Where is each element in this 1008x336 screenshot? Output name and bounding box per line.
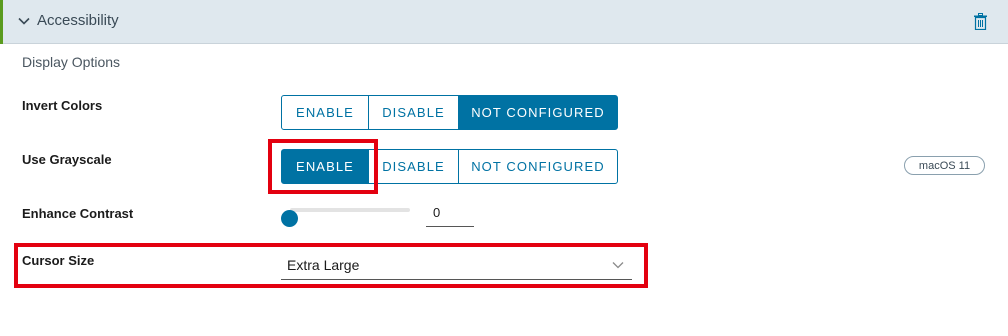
accessibility-section-header[interactable]: Accessibility xyxy=(0,0,1008,44)
invert-colors-not-configured-button[interactable]: NOT CONFIGURED xyxy=(458,95,618,130)
grayscale-enable-highlight-box xyxy=(268,139,378,194)
cursor-size-highlight-box xyxy=(14,243,648,288)
section-title: Accessibility xyxy=(37,12,119,29)
section-accent-bar xyxy=(0,0,3,44)
invert-colors-disable-button[interactable]: DISABLE xyxy=(368,95,459,130)
enhance-contrast-value-input[interactable]: 0 xyxy=(426,203,474,227)
invert-colors-enable-button[interactable]: ENABLE xyxy=(281,95,369,130)
enhance-contrast-label: Enhance Contrast xyxy=(22,206,134,221)
trash-icon[interactable] xyxy=(973,13,988,30)
invert-colors-toggle-group: ENABLE DISABLE NOT CONFIGURED xyxy=(281,95,618,130)
enhance-contrast-slider-track[interactable] xyxy=(290,208,410,212)
enhance-contrast-slider-handle[interactable] xyxy=(281,210,298,227)
os-version-badge: macOS 11 xyxy=(904,156,985,175)
use-grayscale-disable-button[interactable]: DISABLE xyxy=(368,149,459,184)
chevron-down-icon[interactable] xyxy=(18,15,30,27)
use-grayscale-label: Use Grayscale xyxy=(22,152,112,167)
invert-colors-label: Invert Colors xyxy=(22,98,103,113)
display-options-label: Display Options xyxy=(22,54,121,70)
use-grayscale-not-configured-button[interactable]: NOT CONFIGURED xyxy=(458,149,618,184)
